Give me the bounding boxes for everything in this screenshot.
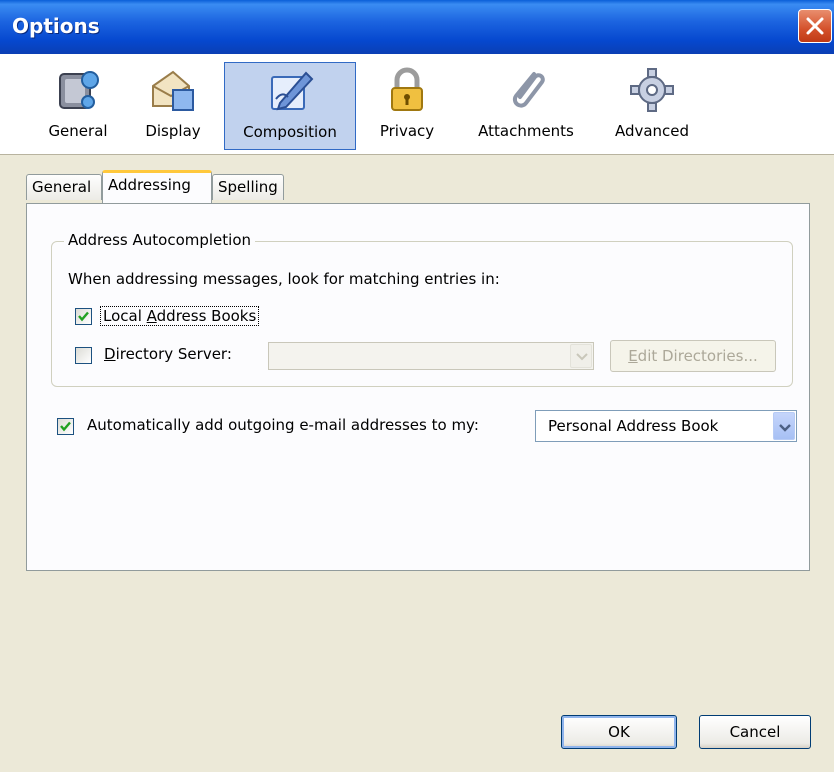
toolbar-label: Display (145, 122, 201, 140)
toolbar-label: General (48, 122, 108, 140)
checkmark-icon (78, 311, 89, 322)
toolbar-label: Composition (243, 123, 337, 141)
close-icon (806, 17, 824, 35)
dropdown-arrow[interactable] (773, 412, 795, 440)
dropdown-arrow[interactable] (570, 344, 592, 368)
address-autocompletion-group: Address Autocompletion When addressing m… (51, 231, 793, 387)
autocompletion-description: When addressing messages, look for match… (68, 270, 500, 288)
checkmark-icon (60, 421, 71, 432)
tab-spelling[interactable]: Spelling (212, 174, 284, 200)
window-title: Options (12, 14, 100, 38)
display-icon (152, 70, 194, 111)
directory-server-checkbox[interactable] (75, 347, 92, 364)
chevron-down-icon (576, 353, 588, 361)
directory-server-select[interactable] (268, 342, 594, 370)
ok-button[interactable]: OK (561, 715, 677, 749)
general-icon (59, 71, 99, 109)
close-button[interactable] (798, 9, 832, 43)
local-address-books-checkbox[interactable] (75, 308, 92, 325)
tab-general[interactable]: General (26, 174, 102, 200)
toolbar-item-general[interactable]: General (34, 62, 122, 150)
edit-directories-button[interactable]: Edit Directories... (610, 340, 776, 372)
group-legend: Address Autocompletion (64, 231, 256, 249)
addressing-panel: Address Autocompletion When addressing m… (26, 203, 810, 571)
paperclip-icon (512, 72, 545, 108)
toolbar-label: Privacy (379, 122, 435, 140)
lock-icon (391, 67, 423, 111)
tab-addressing[interactable]: Addressing (102, 170, 212, 203)
toolbar-label: Attachments (478, 122, 574, 140)
address-book-select[interactable]: Personal Address Book (535, 410, 797, 442)
local-address-books-label[interactable]: Local Address Books (100, 306, 260, 326)
auto-add-label: Automatically add outgoing e-mail addres… (87, 416, 479, 434)
composition-icon (271, 71, 314, 111)
directory-server-label: Directory Server: (104, 345, 232, 363)
cancel-button[interactable]: Cancel (699, 715, 811, 749)
toolbar-item-attachments[interactable]: Attachments (462, 62, 590, 150)
category-toolbar: General Display Composition Privacy Atta… (0, 54, 834, 155)
gear-icon (630, 68, 674, 112)
address-book-value: Personal Address Book (548, 417, 719, 435)
chevron-down-icon (779, 424, 791, 432)
auto-add-checkbox[interactable] (57, 418, 74, 435)
toolbar-label: Advanced (614, 122, 690, 140)
title-bar: Options (0, 0, 834, 54)
toolbar-item-privacy[interactable]: Privacy (368, 62, 446, 150)
toolbar-item-composition[interactable]: Composition (224, 62, 356, 150)
toolbar-item-display[interactable]: Display (134, 62, 212, 150)
toolbar-item-advanced[interactable]: Advanced (602, 62, 702, 150)
